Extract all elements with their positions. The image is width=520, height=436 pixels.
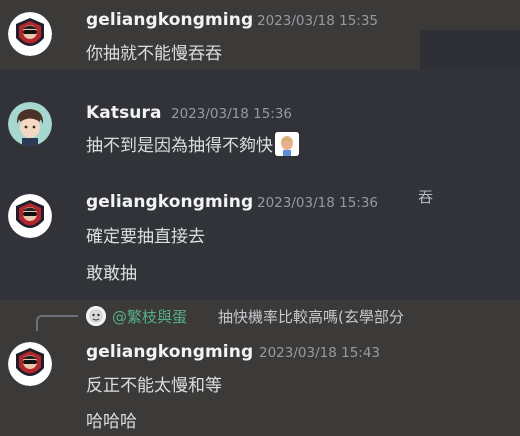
message-text: 確定要抽直接去 — [86, 227, 205, 247]
author-name[interactable]: geliangkongming — [86, 342, 253, 362]
timestamp: 2023/03/18 15:43 — [259, 345, 381, 361]
message-band-edge — [420, 30, 520, 70]
timestamp: 2023/03/18 15:36 — [171, 106, 293, 122]
avatar[interactable] — [8, 102, 52, 146]
message-text-row: 抽不到是因為抽得不夠快 — [86, 131, 299, 156]
reply-connector — [36, 315, 78, 331]
timestamp: 2023/03/18 15:36 — [257, 195, 379, 211]
helmet-avatar-icon — [8, 194, 52, 238]
avatar[interactable] — [8, 12, 52, 56]
helmet-avatar-icon — [8, 12, 52, 56]
author-name[interactable]: geliangkongming — [86, 10, 253, 30]
reply-avatar[interactable] — [86, 306, 106, 326]
avatar[interactable] — [8, 342, 52, 386]
message-text: 抽不到是因為抽得不夠快 — [86, 136, 273, 156]
stray-text: 吞 — [418, 188, 434, 206]
reply-avatar-icon — [86, 306, 106, 326]
avatar[interactable] — [8, 194, 52, 238]
custom-emoji-icon[interactable] — [275, 132, 299, 156]
anime-avatar-icon — [8, 102, 52, 146]
message-hover-band — [0, 0, 520, 70]
reply-mention[interactable]: @繁枝與蛋 — [112, 306, 187, 327]
message-text: 敢敢抽 — [86, 264, 137, 284]
author-name[interactable]: Katsura — [86, 103, 162, 123]
reply-preview-text[interactable]: 抽快機率比較高嗎(玄學部分 — [218, 306, 404, 327]
helmet-avatar-icon — [8, 342, 52, 386]
message-text: 你抽就不能慢吞吞 — [86, 44, 222, 64]
message-text: 哈哈哈 — [86, 412, 137, 432]
author-name[interactable]: geliangkongming — [86, 192, 253, 212]
message-text: 反正不能太慢和等 — [86, 376, 222, 396]
timestamp: 2023/03/18 15:35 — [257, 13, 379, 29]
